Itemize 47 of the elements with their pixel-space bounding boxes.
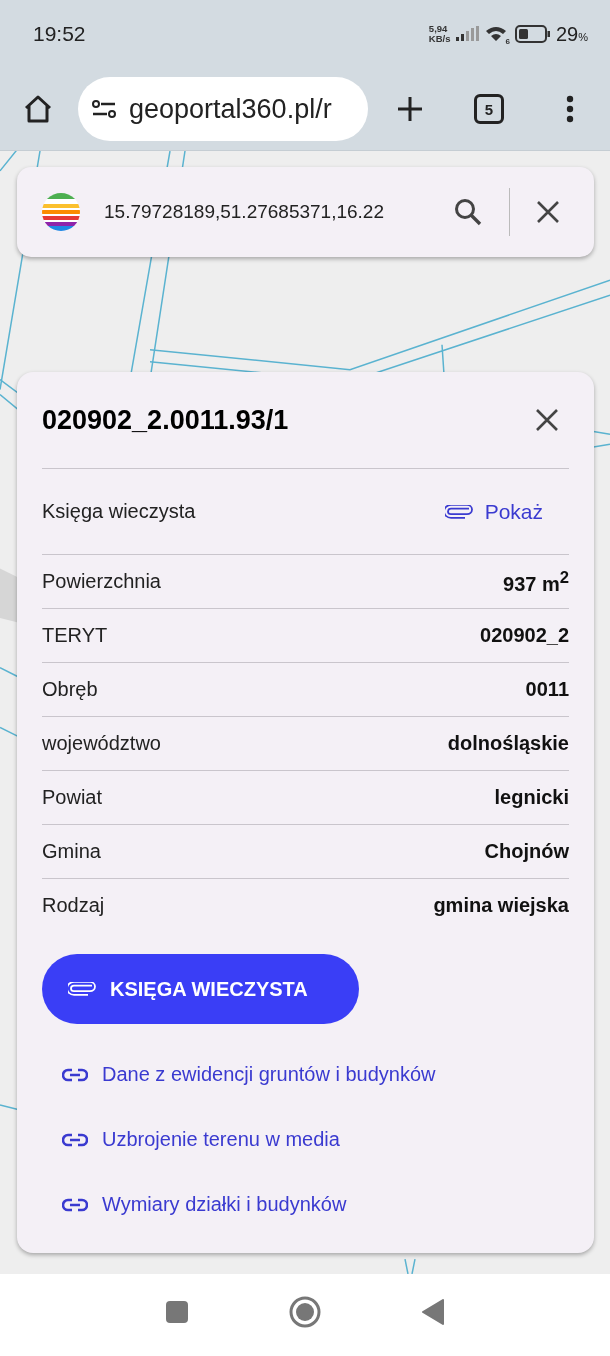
- plus-icon[interactable]: [396, 95, 424, 123]
- row-label: Gmina: [42, 840, 101, 863]
- row-label: Rodzaj: [42, 894, 105, 917]
- paperclip-icon: [444, 504, 473, 519]
- row-label: Powierzchnia: [42, 570, 161, 593]
- row-value: 0011: [525, 678, 569, 701]
- close-icon[interactable]: [535, 408, 559, 432]
- row-label: Księga wieczysta: [42, 500, 196, 523]
- address-bar[interactable]: geoportal360.pl/r: [78, 77, 368, 141]
- status-time: 19:52: [33, 22, 86, 46]
- wifi-icon: [484, 25, 507, 43]
- row-value: 020902_2: [480, 624, 569, 647]
- row-label: TERYT: [42, 624, 108, 647]
- search-icon[interactable]: [453, 197, 483, 227]
- row-label: województwo: [42, 732, 161, 755]
- link-icon: [62, 1067, 88, 1082]
- recents-icon[interactable]: [165, 1300, 189, 1324]
- wifi-label: 6: [505, 36, 510, 46]
- row-value: 937 m$^{2}$: [503, 567, 569, 596]
- row-value: dolnośląskie: [447, 732, 569, 755]
- search-field[interactable]: 15.79728189,51.27685371,16.22: [17, 167, 594, 257]
- back-icon[interactable]: [421, 1299, 445, 1325]
- row-value: legnicki: [494, 786, 569, 809]
- land-register-button[interactable]: KSIĘGA WIECZYSTA: [42, 954, 359, 1024]
- link[interactable]: Wymiary działki i budynków: [62, 1172, 569, 1237]
- home-nav-icon[interactable]: [289, 1296, 321, 1328]
- tab-count-button[interactable]: 5: [474, 94, 504, 124]
- signal-icon: [455, 26, 480, 42]
- row-value: Chojnów: [484, 840, 569, 863]
- show-link[interactable]: Pokaż: [444, 499, 543, 524]
- battery-level: 29%: [555, 22, 588, 46]
- paperclip-icon: [68, 982, 96, 996]
- parcel-title: 020902_2.0011.93/1: [42, 404, 289, 436]
- row-label: Powiat: [42, 786, 103, 809]
- battery-icon: [514, 25, 551, 43]
- link[interactable]: Dane z ewidencji gruntów i budynków: [62, 1042, 569, 1107]
- row-value: gmina wiejska: [433, 894, 569, 917]
- link-icon: [62, 1197, 88, 1212]
- site-settings-icon[interactable]: [91, 99, 117, 119]
- menu-icon[interactable]: [566, 95, 574, 123]
- network-speed: 5,94 KB/s: [428, 24, 451, 44]
- link[interactable]: Uzbrojenie terenu w media: [62, 1107, 569, 1172]
- logo-icon: [41, 192, 81, 232]
- link-icon: [62, 1132, 88, 1147]
- row-label: Obręb: [42, 678, 98, 701]
- home-icon[interactable]: [22, 93, 54, 125]
- close-icon[interactable]: [536, 200, 560, 224]
